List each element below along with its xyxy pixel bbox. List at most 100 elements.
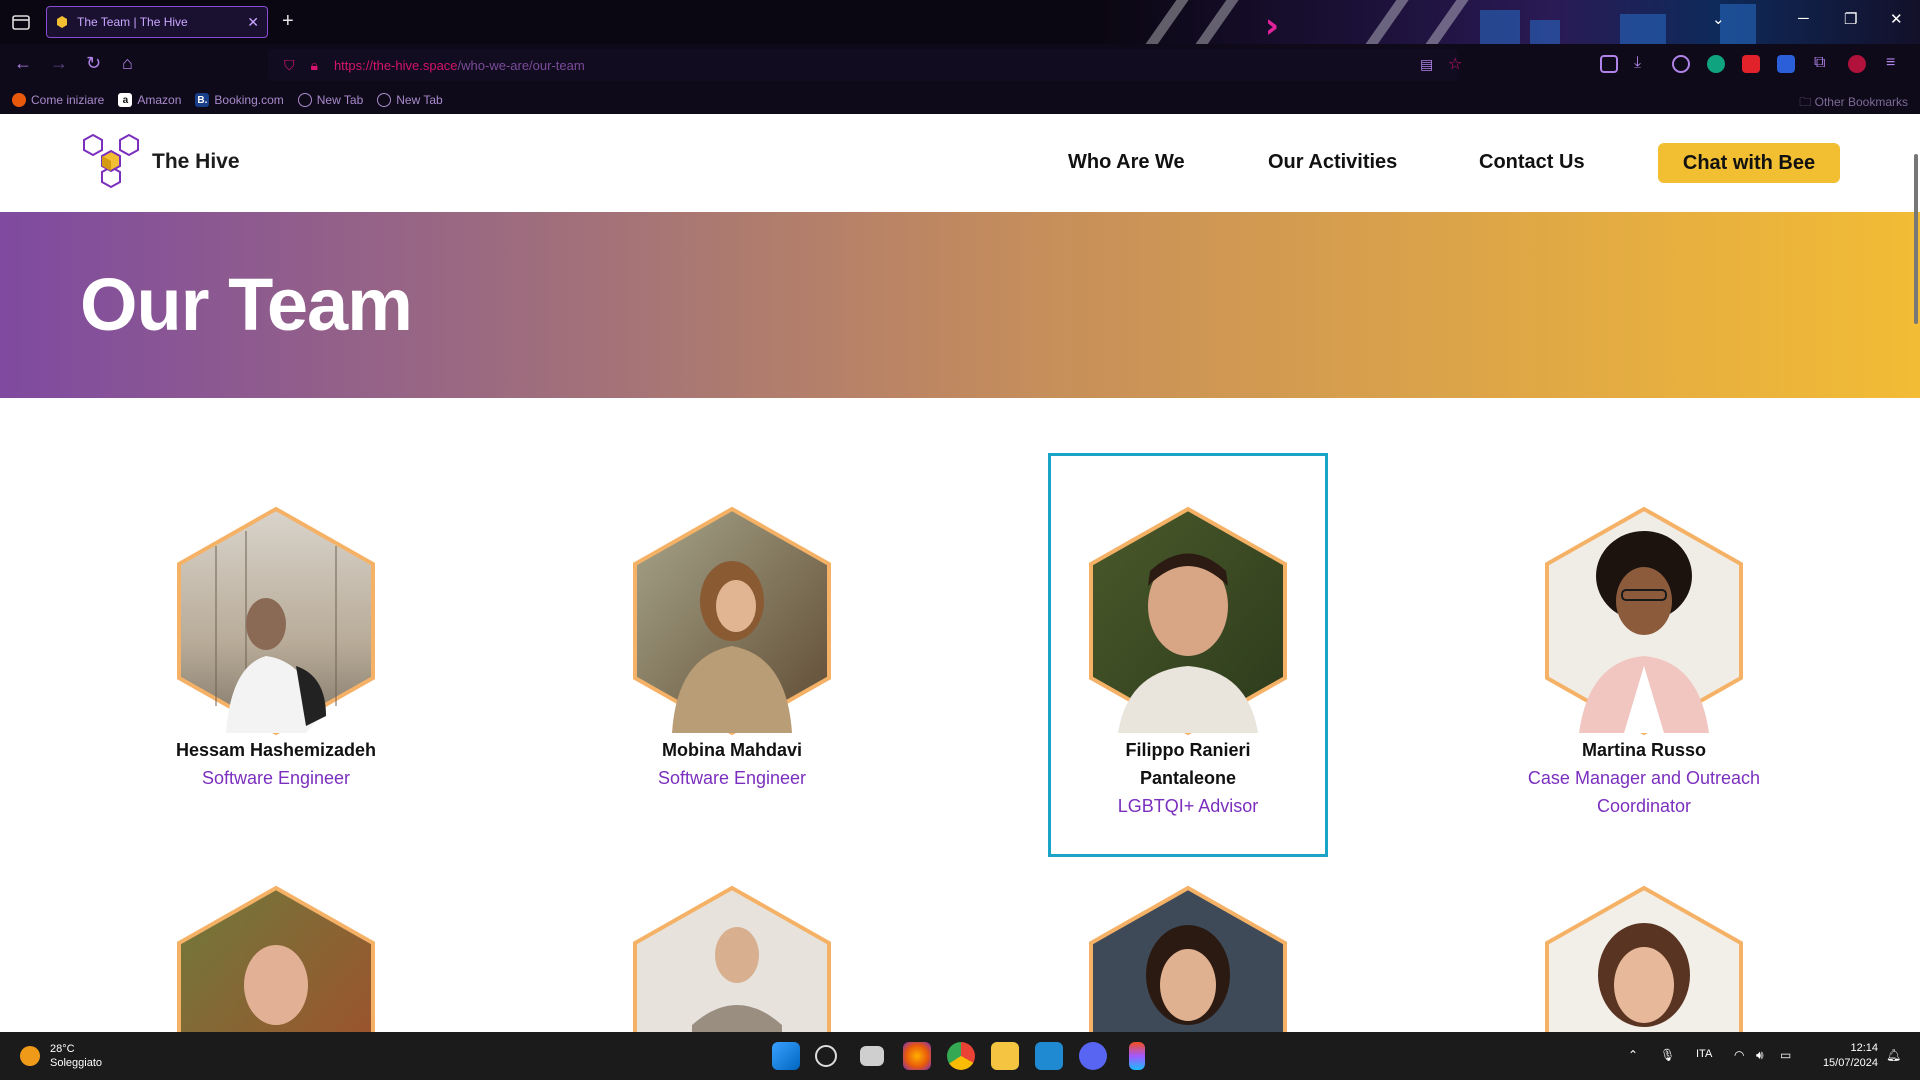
input-language[interactable]: ITA <box>1696 1048 1712 1060</box>
vscode-icon[interactable] <box>1035 1042 1063 1070</box>
weather-condition: Soleggiato <box>50 1057 102 1069</box>
firefox-taskbar-icon[interactable] <box>903 1042 931 1070</box>
team-member-card[interactable] <box>1048 885 1328 1032</box>
nav-our-activities[interactable]: Our Activities <box>1268 151 1397 174</box>
member-role: Case Manager and Outreach Coordinator <box>1527 768 1761 816</box>
bookmark-item[interactable]: Come iniziare <box>12 93 104 107</box>
team-member-card[interactable] <box>592 885 872 1032</box>
team-member-card[interactable]: Martina Russo Case Manager and Outreach … <box>1504 506 1784 820</box>
bookmark-item[interactable]: a Amazon <box>118 93 181 107</box>
weather-widget[interactable]: 28°C Soleggiato <box>20 1042 102 1070</box>
volume-icon[interactable]: 🔊︎ <box>1756 1048 1764 1063</box>
bookmark-label: New Tab <box>316 93 364 107</box>
tab-close-icon[interactable]: ✕ <box>247 14 259 31</box>
bookmark-item[interactable]: New Tab <box>297 93 364 107</box>
hexagon-portrait <box>1545 506 1743 736</box>
show-hidden-icons[interactable]: ⌃ <box>1628 1048 1638 1062</box>
hexagon-portrait <box>177 506 375 736</box>
chrome-icon[interactable] <box>947 1042 975 1070</box>
site-header: The Hive Who Are We Our Activities Conta… <box>0 114 1920 212</box>
folder-icon: 🗀 <box>1799 95 1812 109</box>
tracking-shield-icon[interactable]: ⛉ <box>284 57 295 74</box>
tab-list-icon[interactable] <box>10 11 32 33</box>
member-photo <box>176 506 376 736</box>
team-member-card[interactable] <box>136 885 416 1032</box>
active-tab[interactable]: The Team | The Hive ✕ <box>46 6 268 38</box>
file-explorer-icon[interactable] <box>991 1042 1019 1070</box>
other-bookmarks-folder[interactable]: 🗀 Other Bookmarks <box>1799 93 1908 114</box>
globe-icon <box>297 93 312 107</box>
forward-icon[interactable]: → <box>50 53 68 74</box>
hexagon-portrait <box>177 885 375 1032</box>
member-name: Martina Russo <box>1581 740 1707 760</box>
close-window-icon[interactable]: ✕ <box>1890 10 1903 28</box>
bookmark-star-icon[interactable]: ☆ <box>1448 54 1462 74</box>
pocket-icon[interactable] <box>1600 55 1618 73</box>
nav-who-are-we[interactable]: Who Are We <box>1068 151 1185 174</box>
team-member-card[interactable]: Hessam Hashemizadeh Software Engineer <box>136 506 416 792</box>
notifications-icon[interactable]: 🔔︎ <box>1886 1048 1901 1062</box>
member-role: Software Engineer <box>657 768 807 788</box>
logo-text: The Hive <box>152 150 240 173</box>
extension-ublock-icon[interactable] <box>1848 55 1866 73</box>
booking-icon: B. <box>195 93 210 107</box>
url-text[interactable]: https://the-hive.space/who-we-are/our-te… <box>334 58 585 73</box>
nav-contact-us[interactable]: Contact Us <box>1479 151 1585 174</box>
url-bar[interactable]: ⛉ 🔒︎ https://the-hive.space/who-we-are/o… <box>268 49 1458 81</box>
extension-chatgpt-icon[interactable] <box>1707 55 1725 73</box>
home-icon[interactable]: ⌂ <box>122 53 133 74</box>
hexagon-portrait <box>1089 506 1287 736</box>
member-name: Hessam Hashemizadeh <box>175 740 377 760</box>
battery-icon[interactable]: ▭ <box>1780 1048 1791 1062</box>
reader-view-icon[interactable]: ▤ <box>1420 56 1433 73</box>
account-icon[interactable] <box>1672 55 1690 73</box>
bookmark-label: Booking.com <box>214 93 284 107</box>
browser-toolbar: ← → ↻ ⌂ ⛉ 🔒︎ https://the-hive.space/who-… <box>0 44 1920 86</box>
site-logo[interactable]: The Hive <box>80 132 240 192</box>
member-photo <box>1088 506 1288 736</box>
member-name: Mobina Mahdavi <box>661 740 802 760</box>
microphone-icon[interactable]: 🎙︎ <box>1660 1048 1675 1062</box>
bookmark-item[interactable]: New Tab <box>377 93 443 107</box>
web-page: The Hive Who Are We Our Activities Conta… <box>0 114 1920 1032</box>
scrollbar-thumb[interactable] <box>1914 154 1918 324</box>
lock-icon[interactable]: 🔒︎ <box>311 57 318 74</box>
extensions-puzzle-icon[interactable]: ⧉ <box>1814 54 1825 72</box>
extension-adblock-icon[interactable] <box>1742 55 1760 73</box>
menu-icon[interactable]: ≡ <box>1886 54 1895 72</box>
start-icon[interactable] <box>772 1042 800 1070</box>
list-all-tabs-icon[interactable]: ⌄ <box>1712 10 1725 28</box>
hive-favicon-icon <box>57 16 67 28</box>
new-tab-button[interactable]: + <box>282 10 294 33</box>
other-bookmarks-label: Other Bookmarks <box>1814 95 1908 109</box>
hive-logo-icon <box>83 133 139 189</box>
browser-theme-artwork: ››› <box>1100 0 1920 44</box>
back-icon[interactable]: ← <box>14 53 32 74</box>
weather-temperature: 28°C <box>50 1043 75 1055</box>
browser-tab-bar: ››› The Team | The Hive ✕ + ⌄ ─ ❐ ✕ <box>0 0 1920 44</box>
reload-icon[interactable]: ↻ <box>86 53 101 74</box>
wifi-icon[interactable]: ◠ <box>1734 1048 1744 1062</box>
globe-icon <box>377 93 392 107</box>
team-member-card[interactable]: Mobina Mahdavi Software Engineer <box>592 506 872 792</box>
discord-icon[interactable] <box>1079 1042 1107 1070</box>
member-role: LGBTQI+ Advisor <box>1117 796 1259 816</box>
member-photo <box>1088 885 1288 1032</box>
minimize-icon[interactable]: ─ <box>1798 10 1809 27</box>
firefox-icon <box>12 93 26 107</box>
extension-bitwarden-icon[interactable] <box>1777 55 1795 73</box>
system-clock[interactable]: 12:14 15/07/2024 <box>1823 1041 1878 1071</box>
restore-icon[interactable]: ❐ <box>1844 10 1857 28</box>
member-photo <box>176 885 376 1032</box>
figma-icon[interactable] <box>1129 1042 1145 1070</box>
clock-date: 15/07/2024 <box>1822 1057 1878 1069</box>
bookmark-item[interactable]: B. Booking.com <box>195 93 284 107</box>
search-icon[interactable] <box>815 1045 837 1067</box>
downloads-icon[interactable]: ⤓ <box>1634 54 1641 72</box>
team-member-card[interactable] <box>1504 885 1784 1032</box>
page-scrollbar[interactable] <box>1912 114 1920 354</box>
task-view-icon[interactable] <box>860 1046 884 1066</box>
chat-with-bee-button[interactable]: Chat with Bee <box>1658 143 1840 183</box>
team-member-card-selected[interactable]: Filippo Ranieri Pantaleone LGBTQI+ Advis… <box>1048 453 1328 857</box>
hexagon-portrait <box>1089 885 1287 1032</box>
